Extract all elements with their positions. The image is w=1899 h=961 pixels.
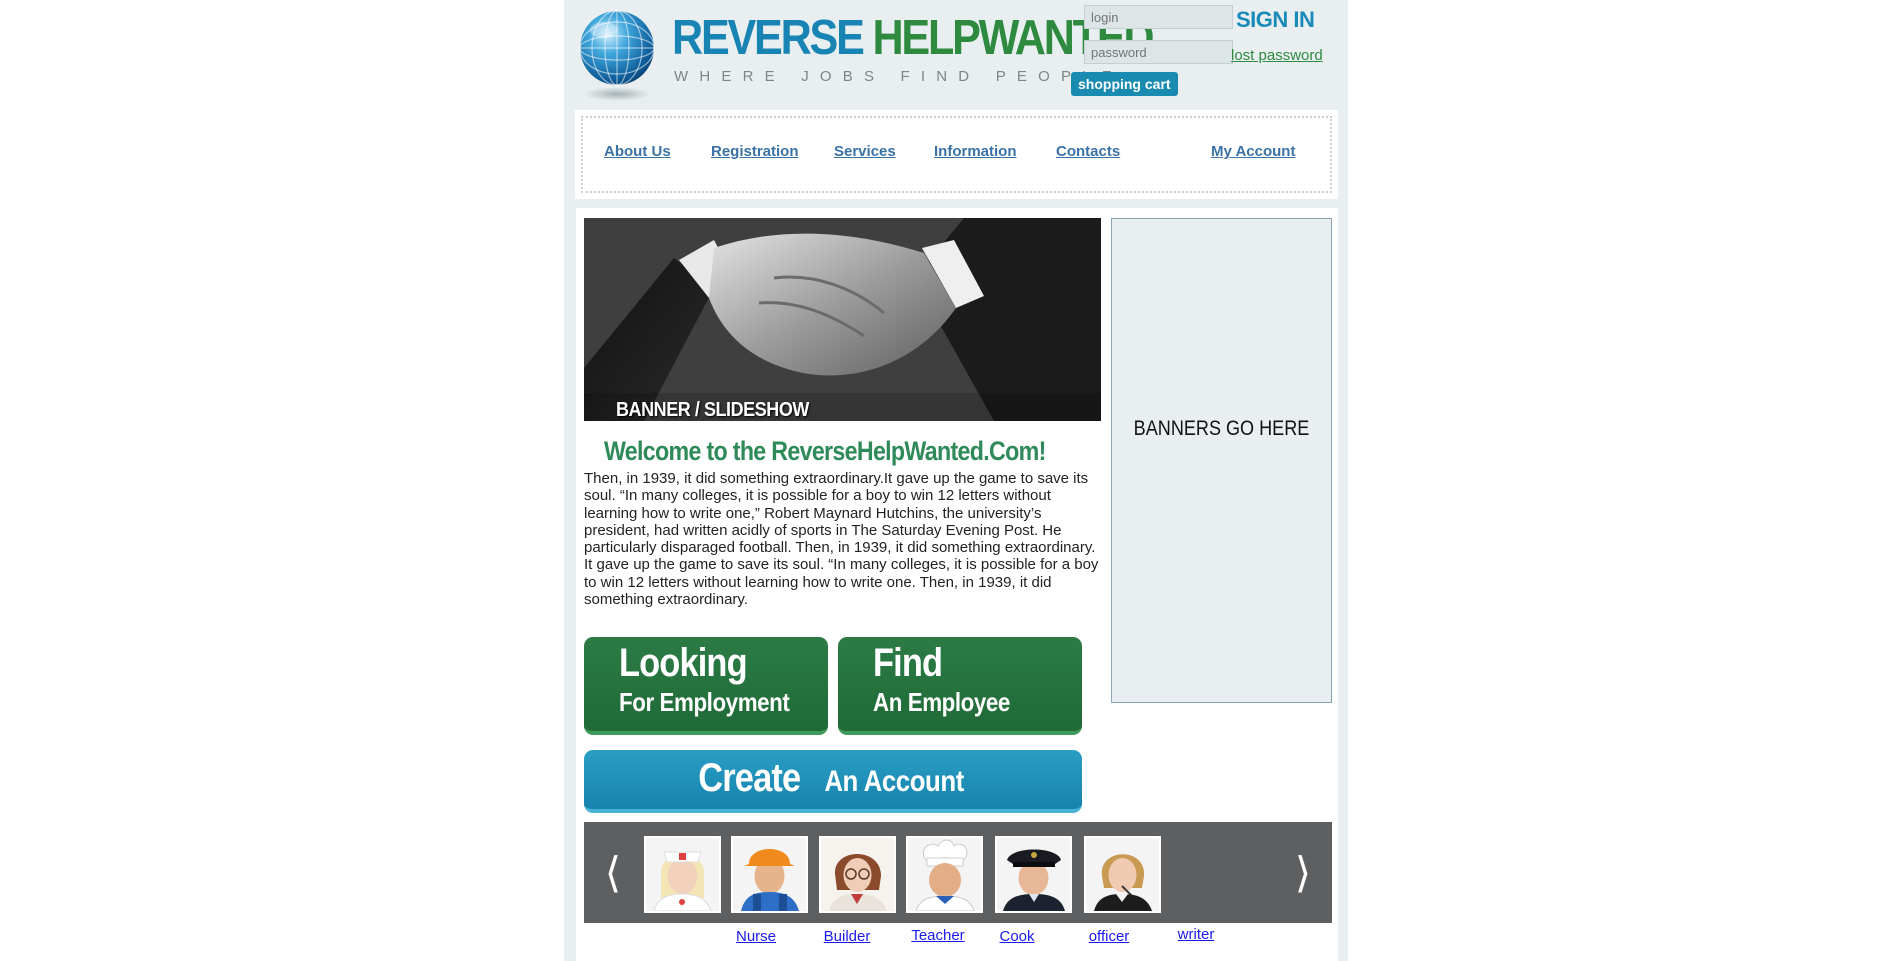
teacher-photo-icon[interactable] [819,836,896,913]
carousel-label-writer[interactable]: writer [1156,926,1236,943]
carousel-label-cook[interactable]: Cook [977,928,1057,945]
side-banner-label: BANNERS GO HERE [1133,417,1310,440]
create-small-label: An Account [824,765,965,798]
carousel-label-teacher[interactable]: Teacher [898,927,978,944]
builder-photo-icon[interactable] [731,836,808,913]
create-big-label: Create [698,756,802,800]
side-banner-area[interactable]: BANNERS GO HERE [1111,218,1332,703]
site-tagline: WHERE JOBS FIND PEOPLE [674,68,1123,85]
create-account-button[interactable]: Create An Account [584,750,1082,813]
find-big-label: Find [873,641,943,685]
looking-big-label: Looking [619,641,748,685]
hero-banner[interactable]: BANNER / SLIDESHOW [584,218,1101,421]
chevron-right-icon[interactable]: ⟩ [1283,822,1323,923]
page-container: REVERSE HELPWANTED WHERE JOBS FIND PEOPL… [564,0,1348,961]
writer-photo-icon[interactable] [1084,836,1161,913]
nav-about-us[interactable]: About Us [604,143,671,160]
cook-photo-icon[interactable] [906,836,983,913]
carousel-label-officer[interactable]: officer [1069,928,1149,945]
looking-for-employment-button[interactable]: Looking For Employment [584,637,828,735]
nav-services[interactable]: Services [834,143,896,160]
nurse-photo-icon[interactable] [644,836,721,913]
create-account-label: Create An Account [584,756,1082,801]
find-small-label: An Employee [873,687,1010,717]
handshake-image [584,218,1101,421]
carousel-label-builder[interactable]: Builder [807,928,887,945]
lost-password-link[interactable]: lost password [1231,47,1323,64]
nav-contacts[interactable]: Contacts [1056,143,1120,160]
chevron-left-icon[interactable]: ⟨ [593,822,633,923]
nav-registration[interactable]: Registration [711,143,799,160]
welcome-title: Welcome to the ReverseHelpWanted.Com! [604,436,1046,466]
carousel-label-nurse[interactable]: Nurse [716,928,796,945]
shopping-cart-button[interactable]: shopping cart [1071,72,1178,96]
login-input[interactable] [1084,5,1233,29]
job-category-carousel: ⟨ ⟩ [584,822,1332,923]
logo-word-reverse: REVERSE [672,11,865,65]
sign-in-button[interactable]: SIGN IN [1236,7,1315,33]
site-logo-title: REVERSE HELPWANTED [672,8,1155,68]
officer-photo-icon[interactable] [995,836,1072,913]
find-an-employee-button[interactable]: Find An Employee [838,637,1082,735]
password-input[interactable] [1084,40,1233,64]
nav-information[interactable]: Information [934,143,1017,160]
hero-caption: BANNER / SLIDESHOW [616,399,809,421]
welcome-body-text: Then, in 1939, it did something extraord… [584,470,1099,609]
globe-logo-icon [574,6,660,106]
looking-small-label: For Employment [619,687,790,717]
nav-my-account[interactable]: My Account [1211,143,1295,160]
